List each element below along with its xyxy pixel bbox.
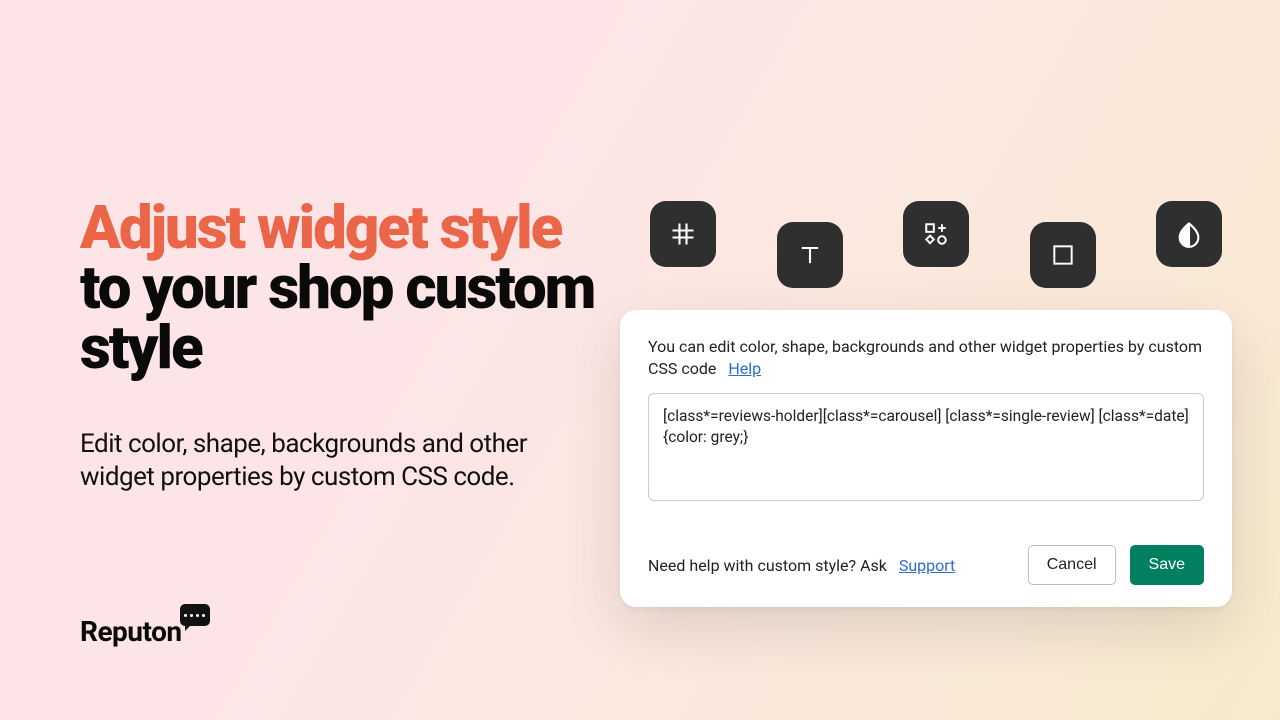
custom-css-card: You can edit color, shape, backgrounds a… bbox=[620, 310, 1232, 607]
footer-help-text-span: Need help with custom style? Ask bbox=[648, 556, 887, 575]
help-link[interactable]: Help bbox=[728, 359, 761, 378]
headline-rest: to your shop custom style bbox=[80, 252, 594, 383]
page-subhead: Edit color, shape, backgrounds and other… bbox=[80, 428, 600, 493]
cancel-button[interactable]: Cancel bbox=[1028, 545, 1116, 585]
card-description: You can edit color, shape, backgrounds a… bbox=[648, 336, 1204, 379]
save-button[interactable]: Save bbox=[1130, 545, 1204, 585]
custom-css-input[interactable] bbox=[648, 393, 1204, 501]
shapes-icon[interactable] bbox=[903, 201, 969, 267]
contrast-icon[interactable] bbox=[1156, 201, 1222, 267]
chat-bubble-icon bbox=[180, 604, 210, 626]
grid-icon[interactable] bbox=[650, 201, 716, 267]
brand-logo: Reputon bbox=[80, 604, 210, 648]
logo-text: Reputon bbox=[80, 615, 182, 648]
widget-toolbar bbox=[650, 180, 1222, 288]
footer-help-text: Need help with custom style? Ask Support bbox=[648, 556, 955, 575]
support-link[interactable]: Support bbox=[899, 556, 955, 575]
text-icon[interactable] bbox=[777, 222, 843, 288]
page-headline: Adjust widget style to your shop custom … bbox=[80, 198, 600, 378]
square-icon[interactable] bbox=[1030, 222, 1096, 288]
